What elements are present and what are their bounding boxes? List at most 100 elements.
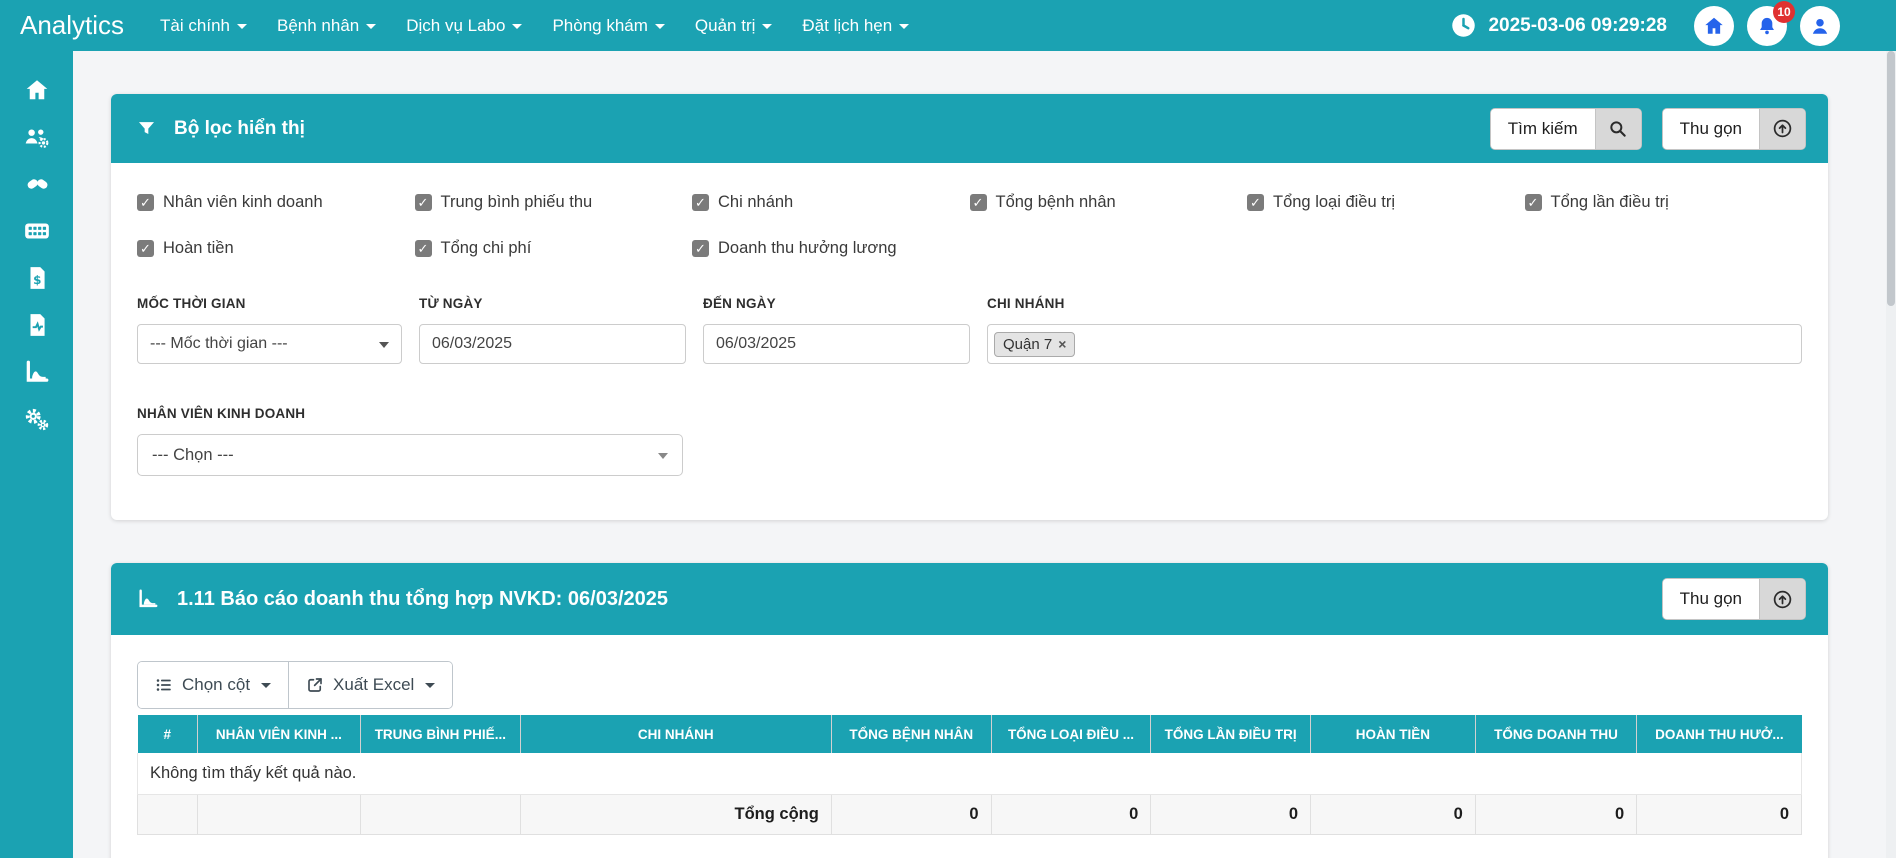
sidebar-item-home[interactable] (22, 79, 52, 106)
scrollbar-thumb[interactable] (1887, 51, 1895, 306)
filter-panel-header: Bộ lọc hiển thị Tìm kiếm Thu gọn (111, 94, 1828, 163)
remove-tag-icon[interactable]: × (1058, 336, 1066, 352)
column-header[interactable]: TỔNG LOẠI ĐIỀU ... (991, 715, 1152, 753)
sidebar-item-settings[interactable] (22, 408, 52, 435)
chart-icon (24, 359, 50, 390)
menu-label: Phòng khám (552, 15, 648, 35)
sidebar-item-invoices[interactable]: $ (22, 267, 52, 294)
checkbox-doanh-thu-huong-luong[interactable]: ✓ Doanh thu hưởng lương (692, 239, 970, 258)
notifications-button[interactable]: 10 (1747, 0, 1795, 46)
table-header-row: # NHÂN VIÊN KINH ... TRUNG BÌNH PHIẾ... … (137, 715, 1802, 753)
totals-row: Tổng cộng 0 0 0 0 0 0 (137, 794, 1802, 835)
sales-staff-select[interactable]: --- Chọn --- (137, 434, 683, 476)
sidebar-item-reports[interactable] (22, 314, 52, 341)
to-date-input[interactable] (703, 324, 970, 364)
checkbox-checked-icon: ✓ (414, 240, 432, 257)
search-button[interactable]: Tìm kiếm (1489, 107, 1642, 150)
column-header[interactable]: TỔNG BỆNH NHÂN (831, 715, 992, 753)
column-header[interactable]: NHÂN VIÊN KINH ... (197, 715, 361, 753)
user-profile-button[interactable] (1800, 5, 1840, 46)
checkbox-checked-icon: ✓ (1247, 194, 1264, 211)
empty-result-row: Không tìm thấy kết quả nào. (137, 753, 1802, 795)
choose-columns-button[interactable]: Chọn cột (138, 662, 289, 708)
branch-multiselect[interactable]: Quận 7 × (987, 324, 1802, 364)
gears-icon (23, 406, 51, 437)
checkbox-chi-nhanh[interactable]: ✓ Chi nhánh (692, 193, 970, 212)
home-button[interactable] (1694, 5, 1734, 46)
checkbox-trung-binh-phieu-thu[interactable]: ✓ Trung bình phiếu thu (414, 193, 693, 212)
chevron-down-icon (762, 24, 773, 29)
checkbox-checked-icon: ✓ (1524, 194, 1542, 211)
brand-logo[interactable]: Analytics (20, 10, 124, 41)
table-toolbar: Chọn cột Xuất Excel (137, 661, 454, 709)
sidebar-item-services[interactable] (22, 173, 52, 200)
column-checkbox-grid: ✓ Nhân viên kinh doanh ✓ Trung bình phiếu … (137, 193, 1802, 258)
checkbox-tong-loai-dieu-tri[interactable]: ✓ Tổng loại điều trị (1247, 193, 1525, 212)
chevron-down-icon (512, 24, 523, 29)
home-icon (24, 77, 50, 108)
search-icon (1594, 108, 1641, 149)
checkbox-checked-icon: ✓ (137, 240, 154, 257)
main-content: Bộ lọc hiển thị Tìm kiếm Thu gọn ✓ Nhân … (73, 51, 1896, 858)
arrow-circle-up-icon (1759, 579, 1805, 619)
collapse-label: Thu gọn (1662, 108, 1759, 149)
filter-funnel-icon (137, 119, 156, 138)
sales-staff-field-group: NHÂN VIÊN KINH DOANH --- Chọn --- (137, 406, 1802, 476)
search-label: Tìm kiếm (1490, 108, 1595, 149)
column-header[interactable]: HOÀN TIỀN (1310, 715, 1476, 753)
menu-tai-chinh[interactable]: Tài chính (160, 16, 247, 36)
menu-label: Bệnh nhân (276, 15, 360, 35)
chart-icon (137, 588, 159, 610)
chevron-down-icon (261, 682, 272, 688)
export-excel-button[interactable]: Xuất Excel (288, 662, 453, 708)
column-header[interactable]: DOANH THU HƯỞ... (1636, 715, 1802, 753)
main-menu: Tài chính Bệnh nhân Dịch vụ Labo Phòng k… (160, 15, 910, 36)
totals-value: 0 (1150, 794, 1312, 835)
collapse-report-button[interactable]: Thu gọn (1661, 578, 1806, 620)
report-header-actions: Thu gọn (1661, 578, 1806, 620)
checkbox-hoan-tien[interactable]: ✓ Hoàn tiền (137, 239, 415, 258)
list-icon (155, 676, 173, 694)
report-panel: 1.11 Báo cáo doanh thu tổng hợp NVKD: 06… (111, 563, 1828, 858)
branch-tag: Quận 7 × (994, 331, 1076, 357)
report-table: # NHÂN VIÊN KINH ... TRUNG BÌNH PHIẾ... … (137, 715, 1802, 835)
report-panel-title: 1.11 Báo cáo doanh thu tổng hợp NVKD: 06… (177, 587, 668, 610)
top-navbar: Analytics Tài chính Bệnh nhân Dịch vụ La… (0, 0, 1896, 51)
menu-benh-nhan[interactable]: Bệnh nhân (276, 15, 377, 36)
column-header[interactable]: CHI NHÁNH (520, 715, 832, 753)
column-header[interactable]: TRUNG BÌNH PHIẾ... (360, 715, 521, 753)
menu-label: Dịch vụ Labo (406, 15, 506, 35)
sidebar-item-modules[interactable] (22, 220, 52, 247)
time-milestone-select[interactable]: --- Mốc thời gian --- (137, 324, 402, 364)
external-link-icon (306, 676, 324, 694)
totals-value: 0 (1310, 794, 1476, 835)
column-header[interactable]: TỔNG DOANH THU (1475, 715, 1638, 753)
empty-message: Không tìm thấy kết quả nào. (137, 753, 1802, 795)
menu-phong-kham[interactable]: Phòng khám (552, 15, 665, 36)
to-date-field-group: ĐẾN NGÀY (703, 296, 970, 364)
checkbox-tong-benh-nhan[interactable]: ✓ Tổng bệnh nhân (969, 193, 1248, 212)
checkbox-tong-chi-phi[interactable]: ✓ Tổng chi phí (414, 239, 693, 258)
invoice-dollar-icon: $ (25, 265, 49, 296)
sidebar-item-analytics[interactable] (22, 359, 52, 390)
notification-badge: 10 (1773, 0, 1795, 23)
branch-label: CHI NHÁNH (987, 296, 1065, 311)
arrow-circle-up-icon (1759, 108, 1805, 149)
menu-dat-lich-hen[interactable]: Đặt lịch hẹn (802, 16, 910, 36)
sidebar-item-staff[interactable] (22, 126, 52, 153)
checkbox-checked-icon: ✓ (692, 240, 709, 257)
collapse-filter-button[interactable]: Thu gọn (1661, 107, 1806, 150)
totals-cell (196, 794, 361, 835)
column-header[interactable]: TỔNG LẦN ĐIỀU TRỊ (1150, 715, 1312, 753)
vertical-scrollbar[interactable] (1886, 51, 1896, 858)
current-datetime: 2025-03-06 09:29:28 (1488, 14, 1667, 36)
checkbox-tong-lan-dieu-tri[interactable]: ✓ Tổng lần điều trị (1524, 193, 1803, 212)
checkbox-nhan-vien-kinh-doanh[interactable]: ✓ Nhân viên kinh doanh (137, 193, 415, 212)
from-date-input[interactable] (419, 324, 686, 364)
collapse-label: Thu gọn (1662, 579, 1759, 619)
menu-quan-tri[interactable]: Quản trị (694, 15, 773, 36)
menu-dich-vu-labo[interactable]: Dịch vụ Labo (406, 15, 523, 36)
column-header[interactable]: # (137, 715, 198, 753)
chevron-down-icon (425, 682, 436, 688)
menu-label: Quản trị (694, 15, 756, 35)
